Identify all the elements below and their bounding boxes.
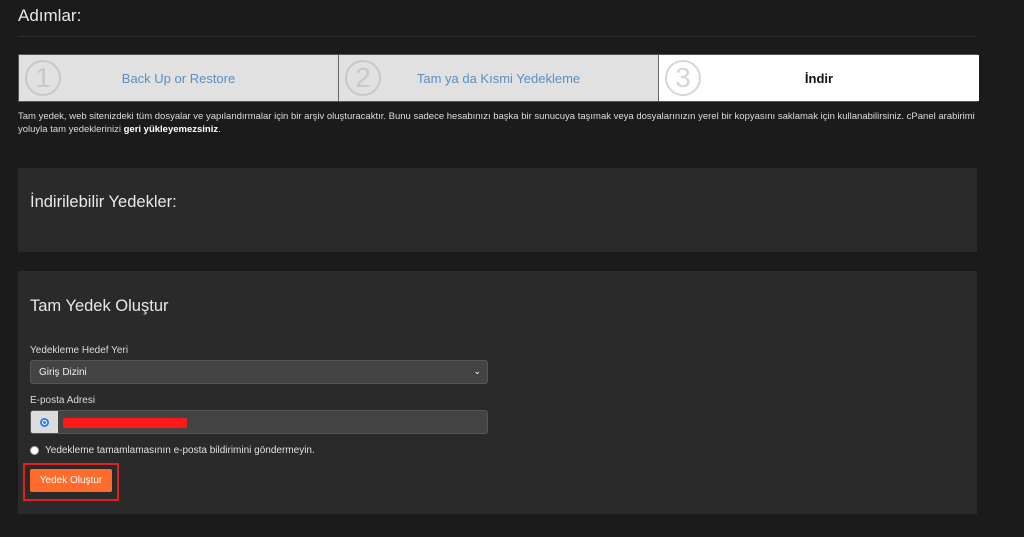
destination-select[interactable]: Giriş Dizini ⌄	[30, 360, 488, 384]
description-end: .	[218, 123, 221, 135]
redaction-mark	[63, 418, 187, 428]
email-field[interactable]	[30, 410, 488, 434]
steps-wizard: 1 Back Up or Restore 2 Tam ya da Kısmi Y…	[18, 54, 979, 102]
full-backup-description: Tam yedek, web sitenizdeki tüm dosyalar …	[18, 111, 983, 136]
no-notify-radio[interactable]	[30, 446, 39, 455]
step-number-2: 2	[345, 60, 381, 96]
step-download: 3 İndir	[659, 55, 979, 101]
chevron-down-icon: ⌄	[473, 366, 481, 376]
email-notify-radio[interactable]	[40, 417, 49, 427]
destination-label: Yedekleme Hedef Yeri	[30, 345, 129, 356]
email-label: E-posta Adresi	[30, 395, 96, 406]
step-label: Tam ya da Kısmi Yedekleme	[416, 70, 581, 86]
step-backup-restore[interactable]: 1 Back Up or Restore	[19, 55, 339, 101]
create-backup-title: Tam Yedek Oluştur	[30, 297, 169, 315]
step-full-partial-backup[interactable]: 2 Tam ya da Kısmi Yedekleme	[339, 55, 659, 101]
step-number-3: 3	[665, 60, 701, 96]
downloads-panel: İndirilebilir Yedekler:	[18, 168, 977, 252]
downloads-title: İndirilebilir Yedekler:	[30, 193, 177, 211]
create-backup-button[interactable]: Yedek Oluştur	[30, 469, 112, 492]
description-bold: geri yükleyemezsiniz	[123, 123, 219, 135]
step-label: İndir	[804, 70, 834, 86]
step-label: Back Up or Restore	[121, 70, 236, 86]
create-backup-panel: Tam Yedek Oluştur Yedekleme Hedef Yeri G…	[18, 271, 977, 514]
step-number-1: 1	[25, 60, 61, 96]
destination-value: Giriş Dizini	[39, 366, 87, 378]
heading-divider	[18, 36, 977, 37]
no-notify-label: Yedekleme tamamlamasının e-posta bildiri…	[45, 445, 315, 456]
no-notify-option[interactable]: Yedekleme tamamlamasının e-posta bildiri…	[30, 445, 315, 456]
page-title: Adımlar:	[18, 6, 82, 25]
email-radio-addon[interactable]	[31, 411, 58, 433]
